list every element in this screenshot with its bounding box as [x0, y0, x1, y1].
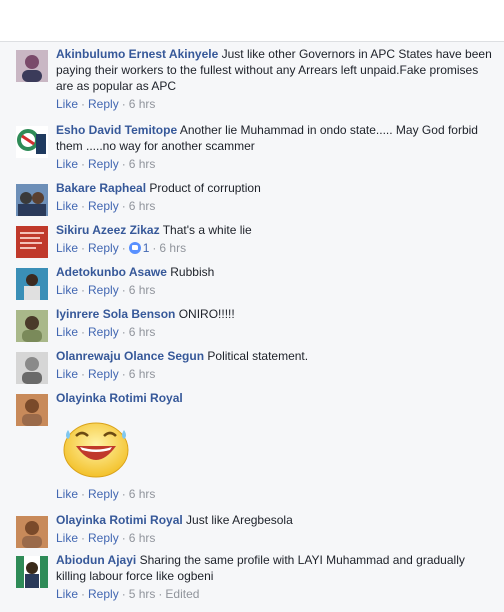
separator-dot: · [121, 531, 126, 545]
comment-author-link[interactable]: Adetokunbo Asawe [56, 265, 167, 279]
like-link[interactable]: Like [56, 587, 78, 601]
profile-photo-icon [16, 226, 48, 258]
profile-photo-icon [16, 556, 48, 588]
comment-text: Product of corruption [149, 181, 261, 195]
comment-author-link[interactable]: Esho David Temitope [56, 123, 177, 137]
edited-label[interactable]: Edited [165, 587, 199, 601]
reply-link[interactable]: Reply [88, 199, 119, 213]
reply-link[interactable]: Reply [88, 531, 119, 545]
separator-dot: · [121, 97, 126, 111]
comment-timestamp[interactable]: 6 hrs [129, 157, 156, 171]
comment-timestamp[interactable]: 6 hrs [129, 531, 156, 545]
separator-dot: · [81, 487, 86, 501]
separator-dot: · [152, 241, 157, 255]
comment-text: ONIRO!!!!! [178, 307, 235, 321]
separator-dot: · [81, 97, 86, 111]
comment-timestamp[interactable]: 6 hrs [129, 199, 156, 213]
profile-photo-icon [16, 394, 48, 426]
laughing-face-sticker [56, 412, 136, 482]
comment-author-link[interactable]: Olayinka Rotimi Royal [56, 513, 183, 527]
separator-dot: · [121, 487, 126, 501]
like-link[interactable]: Like [56, 283, 78, 297]
profile-photo-icon [16, 516, 48, 548]
separator-dot: · [81, 531, 86, 545]
separator-dot: · [121, 241, 126, 255]
separator-dot: · [81, 199, 86, 213]
comment-author-link[interactable]: Olanrewaju Olance Segun [56, 349, 204, 363]
profile-photo-icon [16, 184, 48, 216]
comment-timestamp[interactable]: 6 hrs [129, 487, 156, 501]
separator-dot: · [81, 587, 86, 601]
separator-dot: · [81, 367, 86, 381]
comment-author-link[interactable]: Olayinka Rotimi Royal [56, 391, 183, 405]
separator-dot: · [81, 283, 86, 297]
avatar[interactable] [16, 310, 48, 342]
like-link[interactable]: Like [56, 367, 78, 381]
reply-link[interactable]: Reply [88, 587, 119, 601]
comment-timestamp[interactable]: 6 hrs [159, 241, 186, 255]
separator-dot: · [81, 241, 86, 255]
separator-dot: · [81, 157, 86, 171]
reply-link[interactable]: Reply [88, 325, 119, 339]
comment-text: That's a white lie [162, 223, 252, 237]
like-link[interactable]: Like [56, 97, 78, 111]
separator-dot: · [121, 325, 126, 339]
comment-timestamp[interactable]: 6 hrs [129, 325, 156, 339]
like-link[interactable]: Like [56, 241, 78, 255]
profile-photo-icon [16, 310, 48, 342]
avatar[interactable] [16, 268, 48, 300]
profile-photo-icon [16, 268, 48, 300]
like-link[interactable]: Like [56, 325, 78, 339]
comment-timestamp[interactable]: 6 hrs [129, 283, 156, 297]
avatar[interactable] [16, 184, 48, 216]
comment-text: Rubbish [170, 265, 215, 279]
separator-dot: · [121, 199, 126, 213]
reply-link[interactable]: Reply [88, 283, 119, 297]
comment-author-link[interactable]: Sikiru Azeez Zikaz [56, 223, 160, 237]
comment-text: Just like Aregbesola [186, 513, 293, 527]
laughing-face-icon [63, 422, 129, 478]
avatar[interactable] [16, 50, 48, 82]
like-link[interactable]: Like [56, 199, 78, 213]
comment-timestamp[interactable]: 6 hrs [129, 367, 156, 381]
comment-author-link[interactable]: Bakare Rapheal [56, 181, 146, 195]
avatar[interactable] [16, 226, 48, 258]
comment-author-link[interactable]: Iyinrere Sola Benson [56, 307, 175, 321]
avatar[interactable] [16, 394, 48, 426]
like-link[interactable]: Like [56, 487, 78, 501]
like-reaction-icon[interactable] [128, 242, 141, 254]
like-link[interactable]: Like [56, 531, 78, 545]
comment-timestamp[interactable]: 6 hrs [129, 97, 156, 111]
comment-author-link[interactable]: Abiodun Ajayi [56, 553, 136, 567]
comment-timestamp[interactable]: 5 hrs [129, 587, 156, 601]
profile-photo-icon [16, 126, 48, 158]
avatar[interactable] [16, 126, 48, 158]
reply-link[interactable]: Reply [88, 487, 119, 501]
comment-text: Political statement. [207, 349, 309, 363]
reply-link[interactable]: Reply [88, 97, 119, 111]
like-link[interactable]: Like [56, 157, 78, 171]
comment-author-link[interactable]: Akinbulumo Ernest Akinyele [56, 47, 218, 61]
avatar[interactable] [16, 352, 48, 384]
comment-list: Akinbulumo Ernest Akinyele Just like oth… [0, 42, 504, 612]
reply-link[interactable]: Reply [88, 241, 119, 255]
separator-dot: · [158, 587, 163, 601]
avatar[interactable] [16, 516, 48, 548]
top-bar [0, 0, 504, 42]
profile-photo-icon [16, 50, 48, 82]
separator-dot: · [121, 157, 126, 171]
separator-dot: · [121, 367, 126, 381]
separator-dot: · [121, 283, 126, 297]
reply-link[interactable]: Reply [88, 157, 119, 171]
separator-dot: · [81, 325, 86, 339]
reply-link[interactable]: Reply [88, 367, 119, 381]
separator-dot: · [121, 587, 126, 601]
avatar[interactable] [16, 556, 48, 588]
profile-photo-icon [16, 352, 48, 384]
